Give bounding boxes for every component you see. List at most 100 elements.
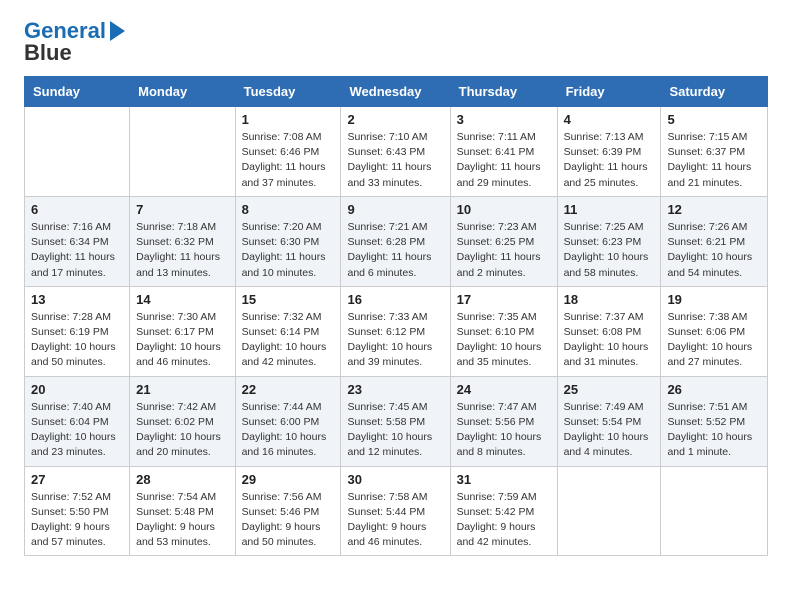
calendar-cell: 8 Sunrise: 7:20 AM Sunset: 6:30 PM Daylig… xyxy=(235,196,341,286)
day-info: Sunrise: 7:16 AM Sunset: 6:34 PM Dayligh… xyxy=(31,220,123,281)
calendar-cell: 10Sunrise: 7:23 AM Sunset: 6:25 PM Dayli… xyxy=(450,196,557,286)
calendar-cell: 21 Sunrise: 7:42 AM Sunset: 6:02 PM Dayli… xyxy=(130,376,235,466)
calendar-week-row: 27 Sunrise: 7:52 AM Sunset: 5:50 PM Dayli… xyxy=(25,466,768,556)
calendar-cell: 12 Sunrise: 7:26 AM Sunset: 6:21 PM Dayli… xyxy=(661,196,768,286)
day-number: 10 xyxy=(457,202,551,217)
calendar-cell: 17 Sunrise: 7:35 AM Sunset: 6:10 PM Dayli… xyxy=(450,286,557,376)
calendar-cell: 30Sunrise: 7:58 AM Sunset: 5:44 PM Dayli… xyxy=(341,466,450,556)
day-number: 4 xyxy=(564,112,655,127)
day-number: 27 xyxy=(31,472,123,487)
calendar-cell xyxy=(557,466,661,556)
day-number: 8 xyxy=(242,202,335,217)
calendar-cell: 20 Sunrise: 7:40 AM Sunset: 6:04 PM Dayli… xyxy=(25,376,130,466)
weekday-header: Saturday xyxy=(661,77,768,107)
calendar-table: SundayMondayTuesdayWednesdayThursdayFrid… xyxy=(24,76,768,556)
weekday-header: Thursday xyxy=(450,77,557,107)
day-info: Sunrise: 7:15 AM Sunset: 6:37 PM Dayligh… xyxy=(667,130,761,191)
calendar-cell: 13 Sunrise: 7:28 AM Sunset: 6:19 PM Dayli… xyxy=(25,286,130,376)
calendar-cell: 23Sunrise: 7:45 AM Sunset: 5:58 PM Dayli… xyxy=(341,376,450,466)
day-number: 25 xyxy=(564,382,655,397)
day-number: 2 xyxy=(347,112,443,127)
day-number: 13 xyxy=(31,292,123,307)
calendar-cell: 18Sunrise: 7:37 AM Sunset: 6:08 PM Dayli… xyxy=(557,286,661,376)
day-info: Sunrise: 7:08 AM Sunset: 6:46 PM Dayligh… xyxy=(242,130,335,191)
calendar-cell: 6 Sunrise: 7:16 AM Sunset: 6:34 PM Daylig… xyxy=(25,196,130,286)
calendar-cell: 1 Sunrise: 7:08 AM Sunset: 6:46 PM Daylig… xyxy=(235,107,341,197)
day-number: 20 xyxy=(31,382,123,397)
day-info: Sunrise: 7:10 AM Sunset: 6:43 PM Dayligh… xyxy=(347,130,443,191)
calendar-cell: 29 Sunrise: 7:56 AM Sunset: 5:46 PM Dayli… xyxy=(235,466,341,556)
calendar-week-row: 6 Sunrise: 7:16 AM Sunset: 6:34 PM Daylig… xyxy=(25,196,768,286)
day-number: 18 xyxy=(564,292,655,307)
logo: General Blue xyxy=(24,18,125,66)
day-info: Sunrise: 7:42 AM Sunset: 6:02 PM Dayligh… xyxy=(136,400,228,461)
day-number: 6 xyxy=(31,202,123,217)
day-info: Sunrise: 7:25 AM Sunset: 6:23 PM Dayligh… xyxy=(564,220,655,281)
day-info: Sunrise: 7:13 AM Sunset: 6:39 PM Dayligh… xyxy=(564,130,655,191)
day-number: 1 xyxy=(242,112,335,127)
calendar-cell xyxy=(661,466,768,556)
day-number: 23 xyxy=(347,382,443,397)
day-info: Sunrise: 7:28 AM Sunset: 6:19 PM Dayligh… xyxy=(31,310,123,371)
day-info: Sunrise: 7:44 AM Sunset: 6:00 PM Dayligh… xyxy=(242,400,335,461)
day-info: Sunrise: 7:51 AM Sunset: 5:52 PM Dayligh… xyxy=(667,400,761,461)
calendar-cell: 31 Sunrise: 7:59 AM Sunset: 5:42 PM Dayli… xyxy=(450,466,557,556)
calendar-week-row: 20 Sunrise: 7:40 AM Sunset: 6:04 PM Dayli… xyxy=(25,376,768,466)
day-number: 17 xyxy=(457,292,551,307)
calendar-cell xyxy=(130,107,235,197)
calendar-cell: 26 Sunrise: 7:51 AM Sunset: 5:52 PM Dayli… xyxy=(661,376,768,466)
day-info: Sunrise: 7:47 AM Sunset: 5:56 PM Dayligh… xyxy=(457,400,551,461)
day-number: 5 xyxy=(667,112,761,127)
day-info: Sunrise: 7:26 AM Sunset: 6:21 PM Dayligh… xyxy=(667,220,761,281)
calendar-cell: 15 Sunrise: 7:32 AM Sunset: 6:14 PM Dayli… xyxy=(235,286,341,376)
day-info: Sunrise: 7:58 AM Sunset: 5:44 PM Dayligh… xyxy=(347,490,443,551)
calendar-cell: 11 Sunrise: 7:25 AM Sunset: 6:23 PM Dayli… xyxy=(557,196,661,286)
day-number: 9 xyxy=(347,202,443,217)
day-info: Sunrise: 7:52 AM Sunset: 5:50 PM Dayligh… xyxy=(31,490,123,551)
calendar-cell: 27 Sunrise: 7:52 AM Sunset: 5:50 PM Dayli… xyxy=(25,466,130,556)
calendar-cell: 25 Sunrise: 7:49 AM Sunset: 5:54 PM Dayli… xyxy=(557,376,661,466)
day-info: Sunrise: 7:11 AM Sunset: 6:41 PM Dayligh… xyxy=(457,130,551,191)
day-info: Sunrise: 7:21 AM Sunset: 6:28 PM Dayligh… xyxy=(347,220,443,281)
day-info: Sunrise: 7:40 AM Sunset: 6:04 PM Dayligh… xyxy=(31,400,123,461)
weekday-header: Monday xyxy=(130,77,235,107)
day-number: 12 xyxy=(667,202,761,217)
calendar-cell: 9 Sunrise: 7:21 AM Sunset: 6:28 PM Daylig… xyxy=(341,196,450,286)
day-info: Sunrise: 7:59 AM Sunset: 5:42 PM Dayligh… xyxy=(457,490,551,551)
day-number: 26 xyxy=(667,382,761,397)
calendar-wrap: SundayMondayTuesdayWednesdayThursdayFrid… xyxy=(0,76,792,568)
day-info: Sunrise: 7:18 AM Sunset: 6:32 PM Dayligh… xyxy=(136,220,228,281)
day-number: 21 xyxy=(136,382,228,397)
header: General Blue xyxy=(0,0,792,76)
day-number: 22 xyxy=(242,382,335,397)
calendar-week-row: 13 Sunrise: 7:28 AM Sunset: 6:19 PM Dayli… xyxy=(25,286,768,376)
calendar-cell: 16Sunrise: 7:33 AM Sunset: 6:12 PM Dayli… xyxy=(341,286,450,376)
calendar-cell: 28 Sunrise: 7:54 AM Sunset: 5:48 PM Dayli… xyxy=(130,466,235,556)
day-number: 14 xyxy=(136,292,228,307)
day-info: Sunrise: 7:30 AM Sunset: 6:17 PM Dayligh… xyxy=(136,310,228,371)
day-info: Sunrise: 7:56 AM Sunset: 5:46 PM Dayligh… xyxy=(242,490,335,551)
day-number: 28 xyxy=(136,472,228,487)
weekday-header: Tuesday xyxy=(235,77,341,107)
day-number: 19 xyxy=(667,292,761,307)
day-number: 15 xyxy=(242,292,335,307)
calendar-cell: 19Sunrise: 7:38 AM Sunset: 6:06 PM Dayli… xyxy=(661,286,768,376)
day-info: Sunrise: 7:32 AM Sunset: 6:14 PM Dayligh… xyxy=(242,310,335,371)
calendar-cell: 4 Sunrise: 7:13 AM Sunset: 6:39 PM Daylig… xyxy=(557,107,661,197)
calendar-cell: 14 Sunrise: 7:30 AM Sunset: 6:17 PM Dayli… xyxy=(130,286,235,376)
day-info: Sunrise: 7:20 AM Sunset: 6:30 PM Dayligh… xyxy=(242,220,335,281)
calendar-cell: 24Sunrise: 7:47 AM Sunset: 5:56 PM Dayli… xyxy=(450,376,557,466)
day-number: 31 xyxy=(457,472,551,487)
day-info: Sunrise: 7:35 AM Sunset: 6:10 PM Dayligh… xyxy=(457,310,551,371)
calendar-cell: 2 Sunrise: 7:10 AM Sunset: 6:43 PM Daylig… xyxy=(341,107,450,197)
day-info: Sunrise: 7:49 AM Sunset: 5:54 PM Dayligh… xyxy=(564,400,655,461)
day-number: 29 xyxy=(242,472,335,487)
day-info: Sunrise: 7:54 AM Sunset: 5:48 PM Dayligh… xyxy=(136,490,228,551)
logo-arrow xyxy=(110,21,125,41)
calendar-cell: 7Sunrise: 7:18 AM Sunset: 6:32 PM Daylig… xyxy=(130,196,235,286)
day-info: Sunrise: 7:33 AM Sunset: 6:12 PM Dayligh… xyxy=(347,310,443,371)
calendar-cell: 3Sunrise: 7:11 AM Sunset: 6:41 PM Daylig… xyxy=(450,107,557,197)
calendar-week-row: 1 Sunrise: 7:08 AM Sunset: 6:46 PM Daylig… xyxy=(25,107,768,197)
logo-blue: Blue xyxy=(24,40,72,66)
day-number: 11 xyxy=(564,202,655,217)
